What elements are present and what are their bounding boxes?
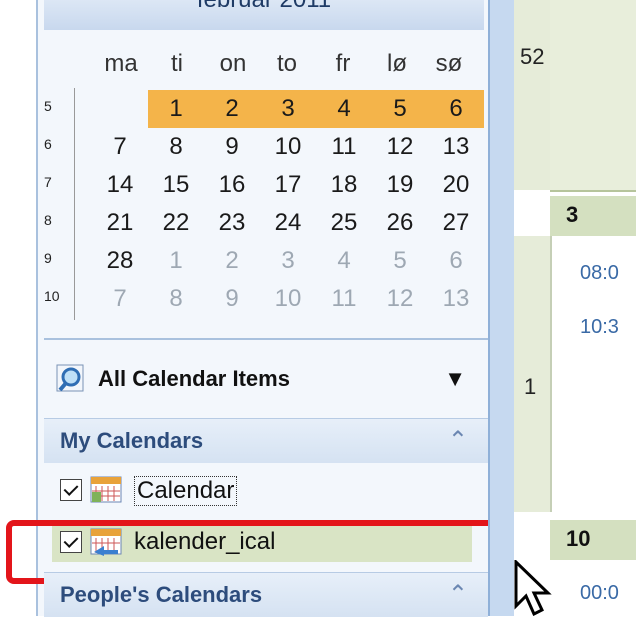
view-selector-dropdown[interactable]: All Calendar Items ▼: [44, 352, 484, 410]
day-cell[interactable]: 5: [372, 90, 428, 128]
day-cell[interactable]: 17: [260, 166, 316, 204]
appointment-time[interactable]: 08:0: [580, 262, 619, 285]
weekday-tue: ti: [171, 50, 183, 77]
day-cell[interactable]: 4: [316, 90, 372, 128]
day-header[interactable]: 10: [550, 520, 636, 560]
day-number: 10: [566, 526, 591, 551]
my-calendars-header[interactable]: My Calendars ⌃: [44, 418, 488, 463]
day-cell[interactable]: 14: [92, 166, 148, 204]
day-cell[interactable]: 11: [316, 128, 372, 166]
day-cell[interactable]: 22: [148, 204, 204, 242]
week-number: 9: [44, 250, 52, 266]
day-cell[interactable]: 15: [148, 166, 204, 204]
day-cell[interactable]: 13: [428, 128, 484, 166]
day-cell[interactable]: 7: [92, 128, 148, 166]
pane-divider: [44, 338, 488, 340]
my-calendars-title: My Calendars: [60, 428, 204, 453]
peoples-calendars-title: People's Calendars: [60, 582, 263, 607]
collapse-chevron-icon[interactable]: ⌃: [448, 580, 468, 609]
week-cell[interactable]: 52: [514, 0, 552, 190]
day-cell-next-month[interactable]: 3: [260, 242, 316, 280]
view-selector-label: All Calendar Items: [98, 366, 290, 391]
weekday-sun: sø: [435, 50, 463, 77]
calendar-checkbox[interactable]: [60, 479, 82, 501]
collapse-chevron-icon[interactable]: ⌃: [448, 426, 468, 455]
week-number: 10: [44, 288, 60, 304]
day-cell[interactable]: 24: [260, 204, 316, 242]
day-cell[interactable]: 26: [372, 204, 428, 242]
week-number: 7: [44, 174, 52, 190]
day-cell[interactable]: 9: [204, 128, 260, 166]
day-header[interactable]: 3: [550, 196, 636, 236]
day-cell-next-month[interactable]: 6: [428, 242, 484, 280]
day-number: 3: [566, 202, 579, 227]
calendar-item-calendar[interactable]: Calendar: [52, 470, 472, 510]
day-cell[interactable]: 8: [148, 128, 204, 166]
day-cell-next-month[interactable]: 5: [372, 242, 428, 280]
day-cell[interactable]: 28: [92, 242, 148, 280]
day-cell[interactable]: 2: [204, 90, 260, 128]
week-number: 5: [44, 98, 52, 114]
day-cell[interactable]: 1: [148, 90, 204, 128]
peoples-calendars-header[interactable]: People's Calendars ⌃: [44, 572, 488, 617]
calendar-label: Calendar: [134, 476, 238, 506]
day-cell[interactable]: 20: [428, 166, 484, 204]
day-cell-next-month[interactable]: 11: [316, 280, 372, 318]
day-cell-next-month[interactable]: 1: [148, 242, 204, 280]
appointment-time[interactable]: 10:3: [580, 316, 619, 339]
day-cell-next-month[interactable]: 12: [372, 280, 428, 318]
day-cell[interactable]: 16: [204, 166, 260, 204]
day-cell[interactable]: 21: [92, 204, 148, 242]
day-cell[interactable]: 25: [316, 204, 372, 242]
day-cell[interactable]: 3: [260, 90, 316, 128]
day-cell[interactable]: 10: [260, 128, 316, 166]
weekday-fri: fr: [335, 50, 351, 77]
day-cell[interactable]: 23: [204, 204, 260, 242]
appointment-time[interactable]: 00:0: [580, 582, 619, 605]
week-number: 1: [524, 374, 537, 399]
weekday-sat: lø: [387, 50, 407, 77]
day-cell-next-month[interactable]: 2: [204, 242, 260, 280]
search-icon: [56, 364, 84, 392]
week-number-divider: [74, 88, 75, 320]
weekday-wed: on: [219, 50, 247, 77]
weekday-thu: to: [276, 50, 297, 77]
week-cell[interactable]: 1: [514, 236, 552, 512]
day-block[interactable]: [550, 0, 636, 192]
week-number: 8: [44, 212, 52, 228]
day-cell-next-month[interactable]: 7: [92, 280, 148, 318]
day-cell-next-month[interactable]: 9: [204, 280, 260, 318]
dropdown-arrow-icon[interactable]: ▼: [444, 366, 466, 392]
day-cell-next-month[interactable]: 8: [148, 280, 204, 318]
day-cell[interactable]: 19: [372, 166, 428, 204]
day-cell[interactable]: 27: [428, 204, 484, 242]
day-cell[interactable]: 6: [428, 90, 484, 128]
week-number: 52: [520, 44, 545, 69]
day-cell-next-month[interactable]: 10: [260, 280, 316, 318]
day-cell[interactable]: 18: [316, 166, 372, 204]
mouse-cursor-icon: [514, 560, 552, 616]
week-number: 6: [44, 136, 52, 152]
weekday-mon: ma: [104, 50, 138, 77]
day-cell-next-month[interactable]: 4: [316, 242, 372, 280]
pane-splitter[interactable]: [488, 0, 516, 616]
month-title: februar 2011: [197, 0, 331, 13]
month-header: februar 2011: [44, 0, 484, 30]
day-cell[interactable]: 12: [372, 128, 428, 166]
day-cell-next-month[interactable]: 13: [428, 280, 484, 318]
calendar-icon: [90, 476, 122, 503]
